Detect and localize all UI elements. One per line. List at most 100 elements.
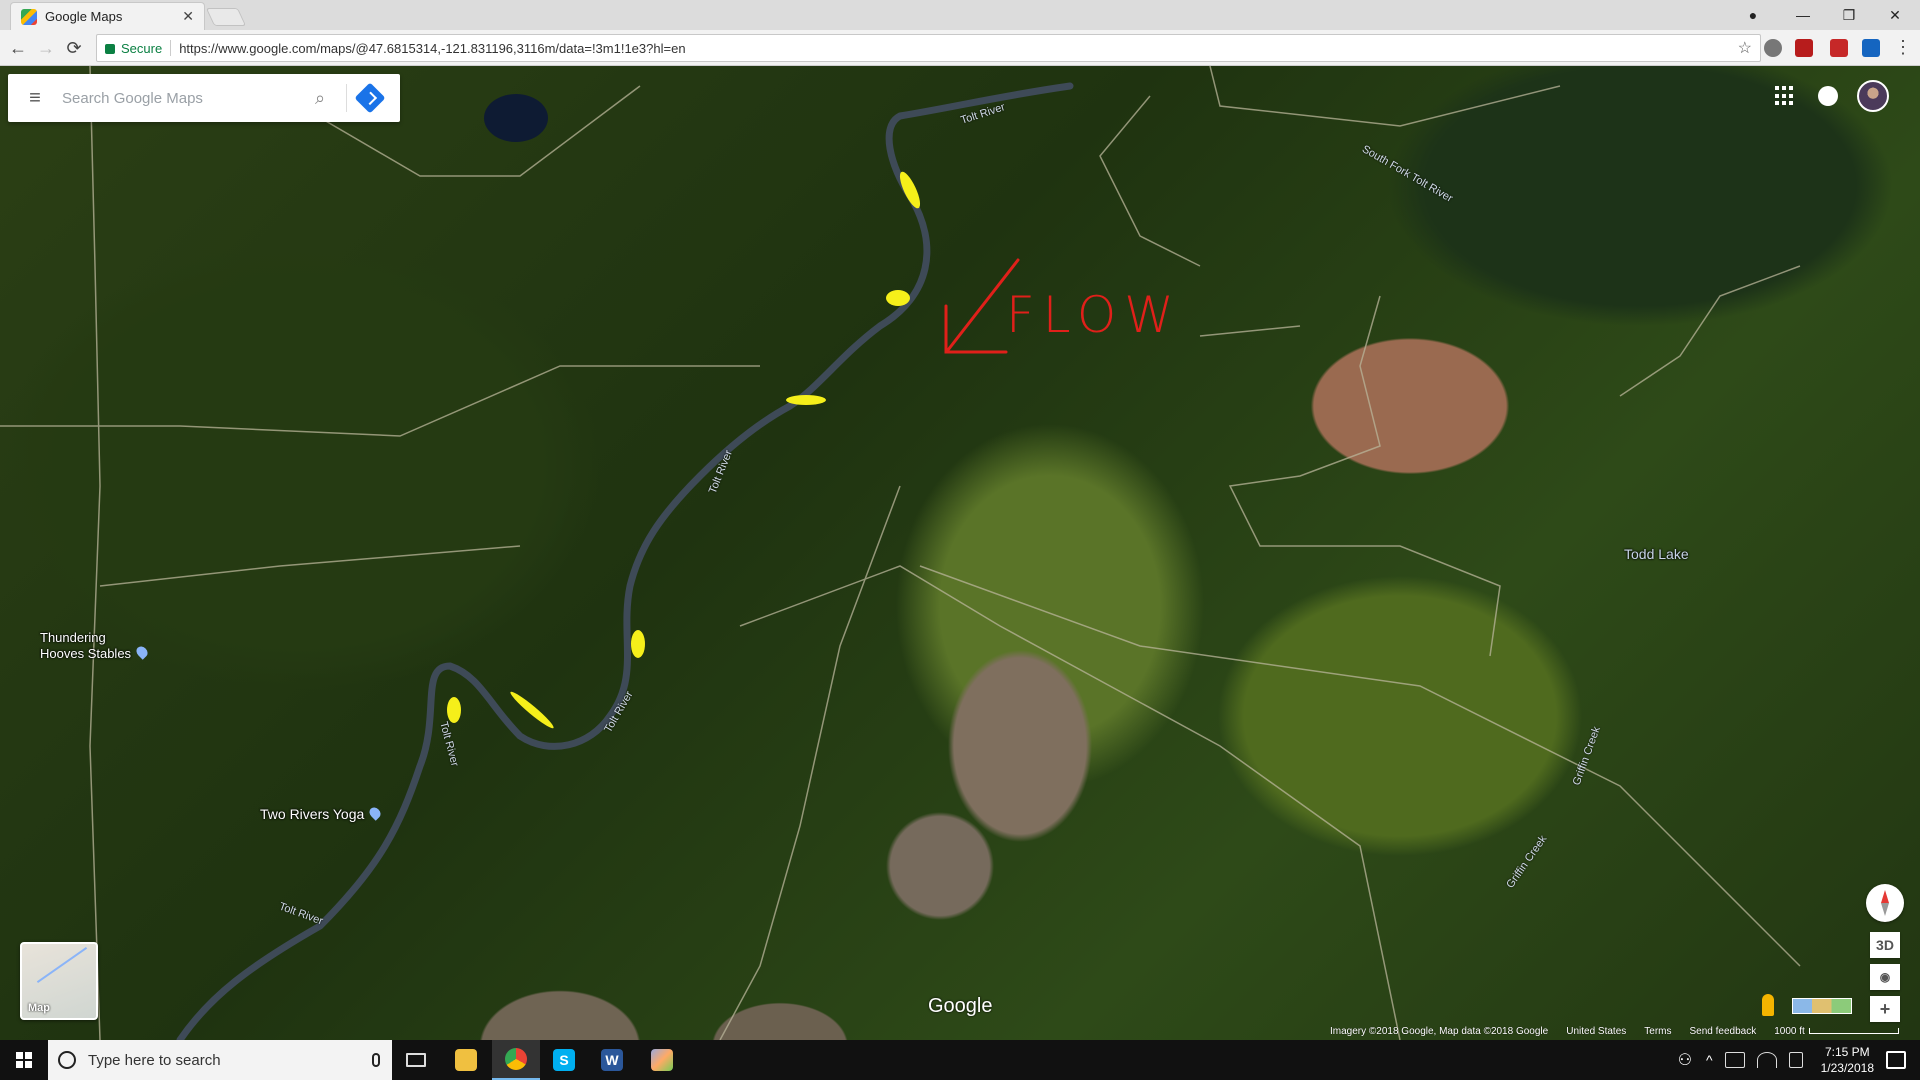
browser-menu-icon[interactable]: ⋮ [1894,37,1912,58]
microphone-icon[interactable] [372,1053,380,1067]
reload-button[interactable]: ⟳ [62,36,86,60]
google-logo: Google [928,995,993,1017]
road [89,66,101,1040]
road [99,545,521,587]
minimize-button[interactable]: — [1780,0,1826,30]
apps-dot [1782,93,1786,98]
start-button[interactable] [0,1040,48,1080]
flow-annotation-text: FLOW [1006,286,1182,344]
highlight-mark [447,697,461,723]
windows-logo-icon [16,1052,32,1068]
directions-icon[interactable] [354,82,386,114]
folder-icon [455,1049,477,1071]
extension-acrobat-icon[interactable] [1795,39,1813,57]
extension-bookmark-icon[interactable] [1862,39,1880,57]
tab-title: Google Maps [45,9,123,24]
road [1619,265,1801,397]
lake-label-todd-lake: Todd Lake [1624,546,1689,562]
apps-dot [1775,86,1779,90]
thumb-road [36,946,88,984]
highlight-mark [631,630,645,658]
extension-badge-icon[interactable] [1830,39,1848,57]
search-input[interactable] [62,89,302,107]
taskbar-app-chrome[interactable] [492,1040,540,1080]
expand-chevron-icon[interactable]: ⌃ [1870,994,1900,1018]
taskbar-app-skype[interactable]: S [540,1040,588,1080]
new-tab-button[interactable] [205,8,247,26]
notifications-icon[interactable] [1818,86,1838,106]
browser-toolbar: ← → ⟳ Secure https://www.google.com/maps… [0,30,1920,66]
place-pin-icon[interactable] [134,644,150,660]
account-icon[interactable]: ● [1730,0,1776,30]
3d-toggle-button[interactable]: 3D [1870,932,1900,958]
tray-overflow-chevron-icon[interactable]: ^ [1706,1052,1713,1068]
imagery-thumbnails[interactable] [1792,998,1852,1014]
system-tray: ⚇ ^ 7:15 PM 1/23/2018 [1670,1040,1920,1080]
url-text[interactable]: https://www.google.com/maps/@47.6815314,… [179,41,685,56]
highlight-mark [899,171,921,209]
attribution-imagery: Imagery ©2018 Google, Map data ©2018 Goo… [1330,1026,1549,1037]
tab-close-icon[interactable]: ✕ [182,8,194,25]
compass-icon[interactable] [1866,884,1904,922]
paint-icon [651,1049,673,1071]
attribution-country[interactable]: United States [1566,1026,1626,1040]
extension-globe-icon[interactable] [1764,39,1782,57]
street-view-pegman-icon[interactable] [1762,994,1774,1016]
highlight-mark [786,395,826,405]
chrome-icon [505,1048,527,1070]
road [1099,95,1201,267]
roads-layer [0,66,1801,1040]
browser-tab-strip: Google Maps ✕ ● — ❐ ✕ [0,0,1920,30]
bookmark-star-icon[interactable]: ☆ [1738,38,1752,58]
scale-control[interactable]: 1000 ft [1774,1026,1899,1040]
volume-icon[interactable] [1788,1052,1803,1068]
taskbar-search-box[interactable]: Type here to search [48,1040,392,1080]
satellite-map[interactable]: FLOW Thundering Hooves Stables Two River… [0,66,1920,1040]
avatar[interactable] [1857,80,1889,112]
place-label-text: Two Rivers Yoga [260,806,365,822]
highlight-mark [510,691,554,729]
map-layer-toggle[interactable]: Map [20,942,98,1020]
omnibox-separator [170,40,172,56]
window-close-button[interactable]: ✕ [1872,0,1918,30]
road [739,565,1401,1040]
send-feedback-link[interactable]: Send feedback [1690,1026,1757,1040]
taskbar-app-explorer[interactable] [442,1040,490,1080]
tab-google-maps[interactable]: Google Maps ✕ [10,2,205,30]
place-label-thundering-hooves[interactable]: Thundering Hooves Stables [40,630,150,662]
taskbar-app-word[interactable]: W [588,1040,636,1080]
wifi-icon[interactable] [1756,1052,1777,1068]
river-highlights [447,171,921,729]
people-icon[interactable]: ⚇ [1678,1050,1692,1070]
road [1199,325,1301,337]
terms-link[interactable]: Terms [1644,1026,1671,1040]
my-location-icon[interactable]: ◉ [1870,964,1900,990]
clock-date: 1/23/2018 [1820,1061,1874,1075]
taskbar-clock[interactable]: 7:15 PM 1/23/2018 [1821,1044,1874,1076]
taskbar-search-placeholder: Type here to search [88,1051,221,1069]
apps-dot [1775,101,1779,106]
action-center-icon[interactable] [1886,1051,1906,1069]
search-icon[interactable]: ⌕ [302,88,338,109]
battery-icon[interactable] [1724,1052,1745,1068]
road [1209,66,1561,127]
back-button[interactable]: ← [6,36,30,60]
taskbar-app-paint[interactable] [638,1040,686,1080]
place-label-two-rivers-yoga[interactable]: Two Rivers Yoga [260,805,384,822]
apps-dot [1789,101,1793,106]
task-view-icon [406,1053,426,1067]
address-bar[interactable]: Secure https://www.google.com/maps/@47.6… [96,34,1761,62]
lake-shape [484,94,548,142]
cortana-icon [58,1051,76,1069]
apps-dot [1789,93,1793,98]
place-label-text: Thundering Hooves Stables [40,630,132,661]
google-maps-favicon-icon [21,8,37,25]
road [1228,295,1501,657]
menu-hamburger-icon[interactable]: ≡ [8,74,62,122]
scale-label: 1000 ft [1774,1026,1805,1037]
task-view-button[interactable] [392,1040,440,1080]
lock-icon [105,44,115,54]
restore-button[interactable]: ❐ [1826,0,1872,30]
google-apps-icon[interactable] [1775,86,1795,106]
forward-button[interactable]: → [34,36,58,60]
